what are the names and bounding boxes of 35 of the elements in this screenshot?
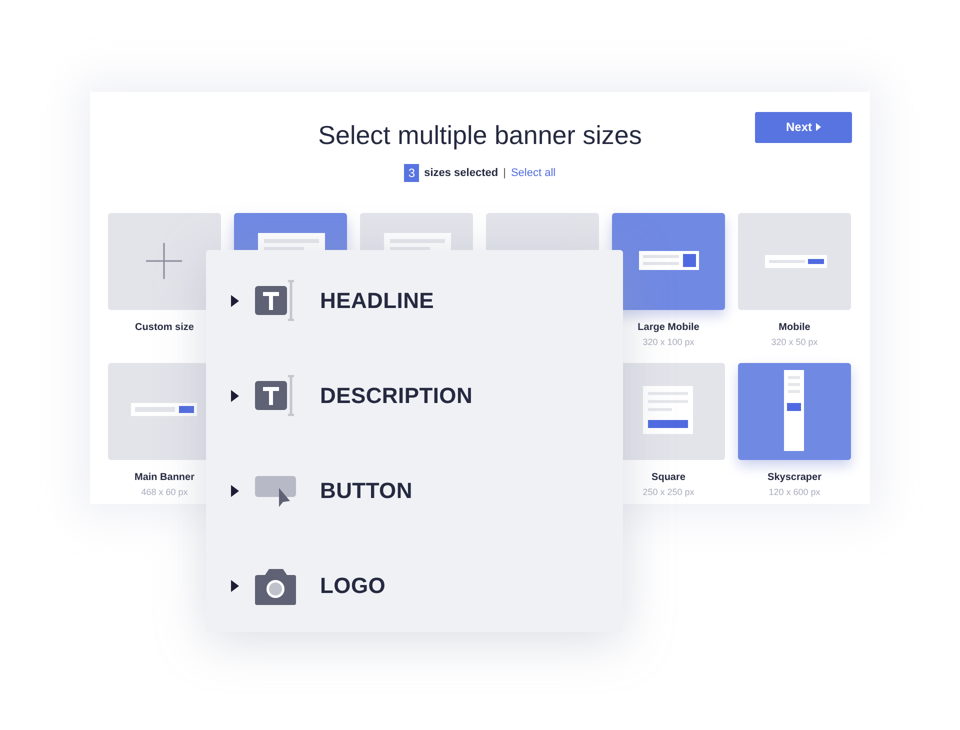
element-label[interactable]: LOGO <box>320 572 386 598</box>
selected-label: sizes selected <box>424 167 498 179</box>
size-dimensions: 250 x 250 px <box>642 487 694 497</box>
banner-size-card[interactable] <box>738 363 851 460</box>
select-all-link[interactable]: Select all <box>510 167 556 179</box>
size-dimensions: 120 x 600 px <box>768 487 820 497</box>
element-label[interactable]: DESCRIPTION <box>320 382 473 408</box>
banner-preview-drawing <box>643 386 693 434</box>
expand-arrow-icon[interactable] <box>231 390 239 402</box>
expand-arrow-icon[interactable] <box>231 484 239 496</box>
size-name: Custom size <box>135 322 194 333</box>
expand-arrow-icon[interactable] <box>231 294 239 306</box>
text-cursor-icon <box>255 375 296 416</box>
size-dimensions: 320 x 50 px <box>771 337 818 347</box>
size-name: Skyscraper <box>768 472 822 483</box>
banner-preview-drawing <box>131 403 197 416</box>
size-name: Mobile <box>778 322 810 333</box>
element-label[interactable]: BUTTON <box>320 478 412 504</box>
caret-icon <box>816 123 821 131</box>
banner-preview-drawing <box>765 255 827 268</box>
size-name: Square <box>652 472 686 483</box>
size-dimensions: 468 x 60 px <box>141 487 188 497</box>
size-dimensions: 320 x 100 px <box>642 337 694 347</box>
page-title: Select multiple banner sizes <box>318 120 642 150</box>
size-name: Main Banner <box>134 472 194 483</box>
next-button[interactable]: Next <box>755 112 852 142</box>
expand-arrow-icon[interactable] <box>231 580 239 592</box>
plus-icon <box>146 243 182 279</box>
separator: | <box>503 167 506 179</box>
banner-preview-drawing <box>639 251 699 270</box>
text-cursor-icon <box>255 280 296 321</box>
size-name: Large Mobile <box>638 322 700 333</box>
element-label[interactable]: HEADLINE <box>320 288 434 314</box>
banner-size-card[interactable] <box>612 213 725 310</box>
selected-count-badge: 3 <box>404 164 420 182</box>
